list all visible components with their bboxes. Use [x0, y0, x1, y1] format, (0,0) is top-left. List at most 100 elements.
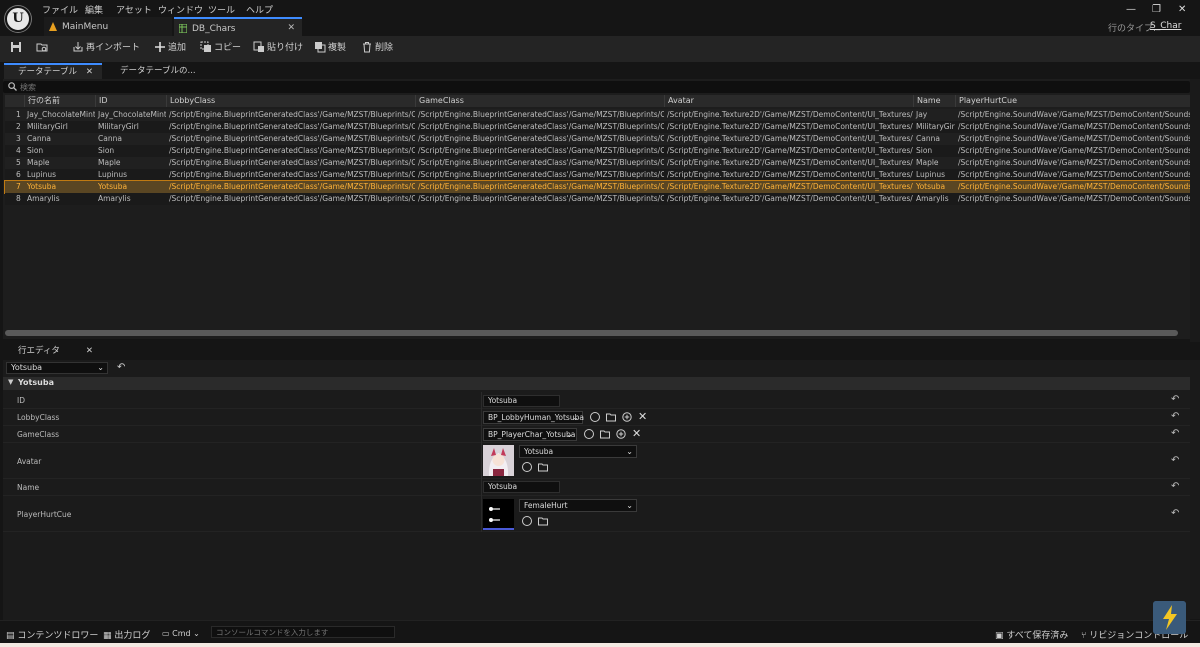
browse-folder-icon[interactable] [606, 412, 616, 422]
output-log-icon: ▦ [103, 631, 112, 641]
id-cell: Canna [98, 134, 122, 143]
playerhurtcue-cell: /Script/Engine.SoundWave'/Game/MZST/Demo… [958, 110, 1190, 119]
reset-icon[interactable]: ↶ [1171, 428, 1179, 439]
use-selected-icon[interactable] [522, 516, 532, 526]
close-tab-icon[interactable]: ✕ [86, 343, 93, 359]
tab-data-table-details[interactable]: データテーブルの... [120, 63, 196, 79]
reset-icon[interactable]: ↶ [1171, 481, 1179, 492]
avatar-combo[interactable]: Yotsuba ⌄ [519, 445, 637, 458]
col-header-avatar[interactable]: Avatar [664, 95, 913, 107]
trash-icon [363, 42, 371, 53]
property-row-id: ID Yotsuba ↶ [3, 392, 1190, 409]
content-drawer-button[interactable]: ▤ コンテンツドロワー [6, 628, 98, 641]
minimize-icon[interactable]: — [1126, 4, 1136, 15]
add-circle-icon[interactable] [622, 412, 632, 422]
search-icon [8, 82, 17, 91]
tab-data-table-label: データテーブル [18, 67, 77, 77]
section-header[interactable]: ▼ Yotsuba [3, 377, 1190, 390]
col-header-playerhurtcue[interactable]: PlayerHurtCue [955, 95, 1190, 107]
table-row[interactable]: 4 Sion Sion /Script/Engine.BlueprintGene… [5, 145, 1190, 157]
restore-icon[interactable]: ❐ [1152, 4, 1161, 15]
id-cell: Yotsuba [98, 182, 128, 191]
id-cell: Sion [98, 146, 115, 155]
lobbyclass-cell: /Script/Engine.BlueprintGeneratedClass'/… [169, 110, 415, 119]
gameclass-combo[interactable]: BP_PlayerChar_Yotsuba ⌄ [483, 428, 577, 441]
browse-button[interactable] [36, 41, 50, 57]
playerhurtcue-value: FemaleHurt [524, 501, 568, 510]
table-row-selected[interactable]: 7 Yotsuba Yotsuba /Script/Engine.Bluepri… [4, 180, 1191, 194]
use-selected-icon[interactable] [590, 412, 600, 422]
name-field[interactable]: Yotsuba [483, 481, 560, 493]
col-header-lobbyclass[interactable]: LobbyClass [166, 95, 415, 107]
horizontal-scrollbar[interactable] [5, 330, 1178, 336]
table-row[interactable]: 2 MilitaryGirl MilitaryGirl /Script/Engi… [5, 121, 1190, 133]
use-selected-icon[interactable] [522, 462, 532, 472]
add-button[interactable]: 追加 [154, 41, 186, 57]
cmd-dropdown[interactable]: ▭ Cmd ⌄ [162, 629, 200, 638]
toolbar: 再インポート 追加 コピー 貼り付け 複製 削除 [0, 36, 1200, 62]
tab-row-editor-label: 行エディタ [18, 346, 60, 356]
menu-asset[interactable]: アセット [116, 3, 152, 16]
menu-tools[interactable]: ツール [208, 3, 235, 16]
reset-icon[interactable]: ↶ [1171, 508, 1179, 519]
row-type-label: 行のタイプ: [1108, 24, 1157, 34]
save-button[interactable] [10, 41, 24, 57]
save-all-button[interactable]: ▣ すべて保存済み [995, 628, 1068, 641]
col-header-row-name[interactable]: 行の名前 [24, 95, 95, 107]
tab-db-chars[interactable]: DB_Chars ✕ [174, 17, 302, 36]
clear-icon[interactable]: ✕ [632, 427, 642, 440]
avatar-thumbnail[interactable] [483, 445, 514, 476]
menu-file[interactable]: ファイル [42, 3, 78, 16]
close-tab-icon[interactable]: ✕ [86, 65, 93, 79]
add-circle-icon[interactable] [616, 429, 626, 439]
tab-mainmenu[interactable]: MainMenu [44, 17, 172, 36]
browse-folder-icon[interactable] [600, 429, 610, 439]
row-select-dropdown[interactable]: Yotsuba ⌄ [6, 362, 108, 374]
clear-icon[interactable]: ✕ [638, 410, 648, 423]
table-row[interactable]: 3 Canna Canna /Script/Engine.BlueprintGe… [5, 133, 1190, 145]
output-log-button[interactable]: ▦ 出力ログ [103, 628, 150, 641]
tab-row-editor[interactable]: 行エディタ ✕ [4, 343, 102, 359]
col-header-gameclass[interactable]: GameClass [415, 95, 664, 107]
use-selected-icon[interactable] [584, 429, 594, 439]
table-row[interactable]: 5 Maple Maple /Script/Engine.BlueprintGe… [5, 157, 1190, 169]
unreal-logo-icon[interactable]: U [5, 6, 31, 32]
name-cell: Lupinus [916, 170, 946, 179]
sound-wave-thumbnail[interactable] [483, 499, 514, 530]
reset-icon[interactable]: ↶ [1171, 411, 1179, 422]
console-command-input[interactable] [211, 626, 395, 638]
cmd-label: Cmd [172, 629, 191, 638]
property-label: Avatar [17, 457, 42, 466]
col-header-name[interactable]: Name [913, 95, 955, 107]
undo-icon[interactable]: ↶ [117, 362, 125, 373]
browse-folder-icon[interactable] [538, 516, 548, 526]
close-tab-icon[interactable]: ✕ [287, 23, 295, 33]
property-row-avatar: Avatar Yotsuba ⌄ ↶ [3, 443, 1190, 479]
lobbyclass-combo[interactable]: BP_LobbyHuman_Yotsuba ⌄ [483, 411, 584, 424]
copy-button[interactable]: コピー [200, 41, 241, 57]
menu-help[interactable]: ヘルプ [246, 3, 273, 16]
paste-button[interactable]: 貼り付け [253, 41, 303, 57]
reset-icon[interactable]: ↶ [1171, 455, 1179, 466]
menu-edit[interactable]: 編集 [85, 3, 103, 16]
table-row[interactable]: 1 Jay_ChocolateMint Jay_ChocolateMint /S… [5, 109, 1190, 121]
col-header-id[interactable]: ID [95, 95, 166, 107]
reset-icon[interactable]: ↶ [1171, 394, 1179, 405]
lightning-badge-icon[interactable] [1153, 601, 1186, 634]
close-window-icon[interactable]: ✕ [1178, 4, 1186, 15]
menu-window[interactable]: ウィンドウ [158, 3, 203, 16]
avatar-cell: /Script/Engine.Texture2D'/Game/MZST/Demo… [667, 170, 913, 179]
tab-data-table[interactable]: データテーブル ✕ [4, 63, 102, 79]
browse-folder-icon[interactable] [538, 462, 548, 472]
table-row[interactable]: 6 Lupinus Lupinus /Script/Engine.Bluepri… [5, 169, 1190, 181]
column-divider [481, 496, 482, 532]
table-row[interactable]: 8 Amarylis Amarylis /Script/Engine.Bluep… [5, 193, 1190, 205]
row-type-link[interactable]: S_Char [1150, 21, 1181, 31]
reimport-button[interactable]: 再インポート [72, 41, 140, 57]
playerhurtcue-cell: /Script/Engine.SoundWave'/Game/MZST/Demo… [958, 134, 1190, 143]
search-input[interactable] [20, 81, 1170, 93]
delete-button[interactable]: 削除 [361, 41, 393, 57]
id-field[interactable]: Yotsuba [483, 395, 560, 407]
duplicate-button[interactable]: 複製 [314, 41, 346, 57]
playerhurtcue-combo[interactable]: FemaleHurt ⌄ [519, 499, 637, 512]
